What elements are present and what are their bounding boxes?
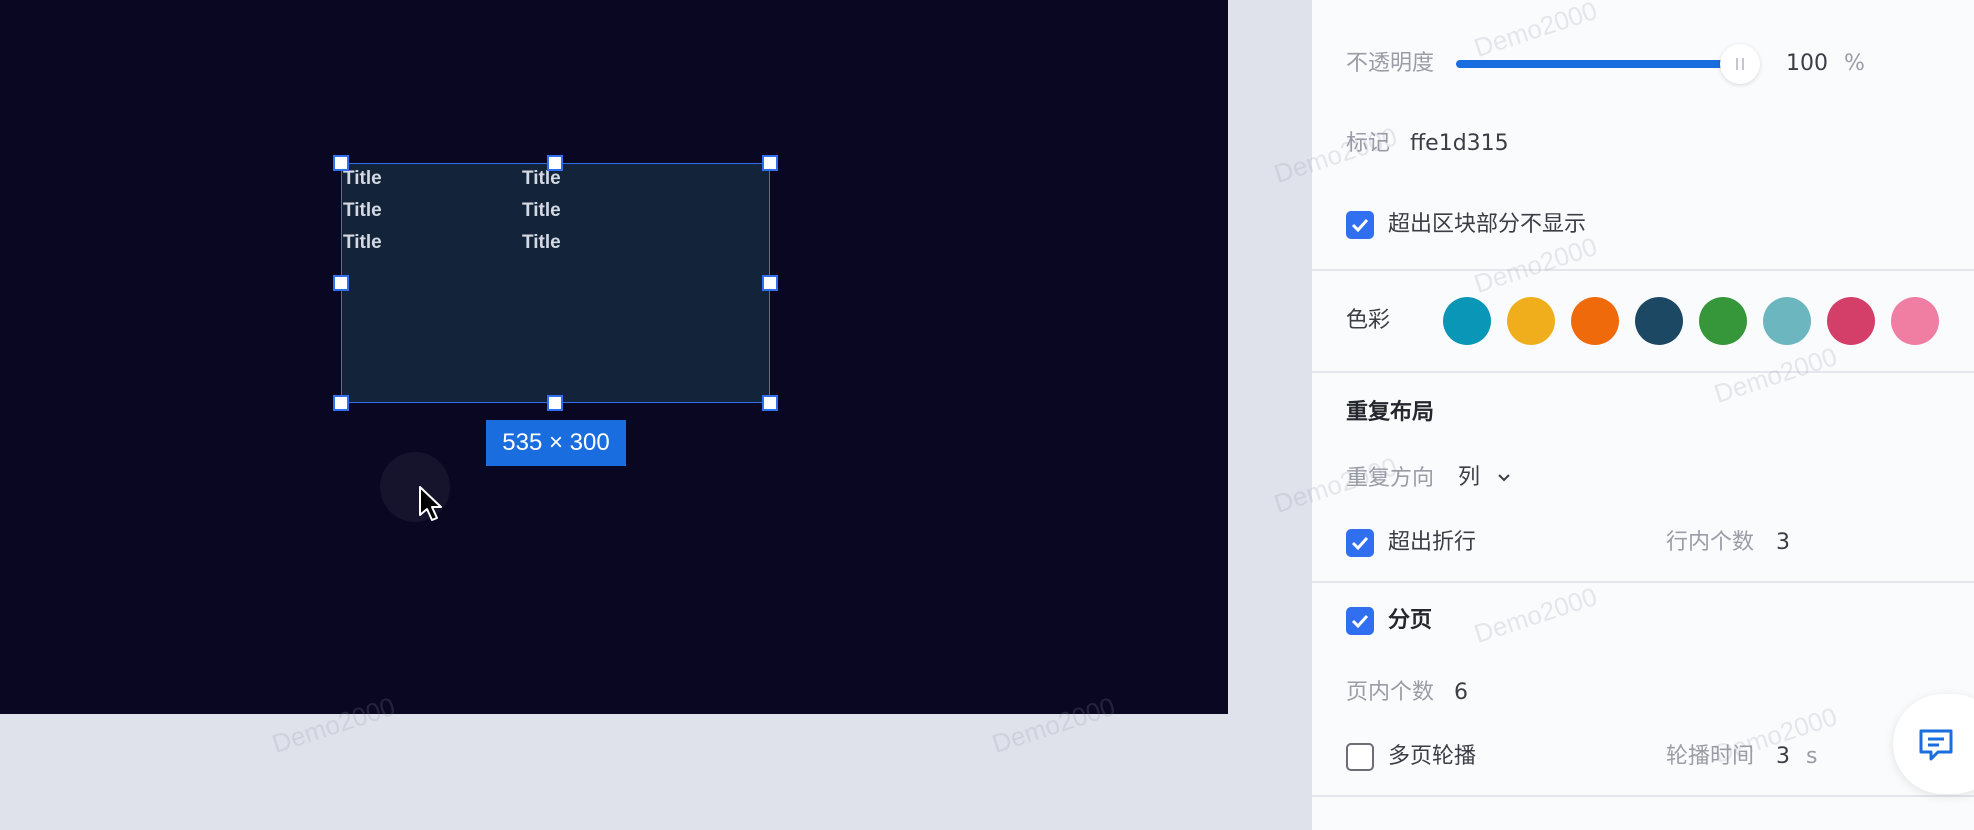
per-row-value[interactable]: 3 (1776, 528, 1790, 558)
resize-handle-right[interactable] (762, 275, 778, 291)
color-swatch[interactable] (1443, 297, 1491, 345)
resize-handle-bottom[interactable] (547, 395, 563, 411)
check-icon (1351, 614, 1369, 628)
chevron-down-icon[interactable] (1496, 470, 1512, 486)
opacity-unit: % (1844, 51, 1865, 76)
carousel-interval-unit: s (1806, 744, 1818, 769)
opacity-value[interactable]: 100 (1786, 49, 1828, 79)
wrap-label: 超出折行 (1388, 530, 1477, 555)
marker-label: 标记 (1346, 131, 1391, 156)
resize-handle-bottom-left[interactable] (333, 395, 349, 411)
wrap-checkbox[interactable] (1346, 529, 1374, 557)
property-panel: 不透明度 100 % 标记 ffe1d315 超出区块部分不显示 色彩 重复布局… (1270, 0, 1974, 830)
color-swatch[interactable] (1827, 297, 1875, 345)
color-swatch[interactable] (1763, 297, 1811, 345)
color-swatch[interactable] (1699, 297, 1747, 345)
check-icon (1351, 218, 1369, 232)
resize-handle-bottom-right[interactable] (762, 395, 778, 411)
opacity-slider-track[interactable] (1456, 60, 1746, 68)
cell-title: Title (522, 200, 561, 221)
paging-checkbox[interactable] (1346, 607, 1374, 635)
section-divider (1312, 795, 1974, 797)
section-divider (1312, 269, 1974, 271)
selected-block[interactable]: Title Title Title Title Title Title (341, 163, 770, 403)
color-swatch[interactable] (1635, 297, 1683, 345)
cell-title: Title (343, 168, 382, 189)
color-swatch[interactable] (1571, 297, 1619, 345)
watermark: Demo2000 (1470, 0, 1601, 63)
resize-handle-left[interactable] (333, 275, 349, 291)
per-page-value[interactable]: 6 (1454, 678, 1468, 708)
chat-message-icon (1919, 729, 1953, 761)
carousel-interval-value[interactable]: 3 (1776, 742, 1790, 772)
cell-title: Title (343, 232, 382, 253)
per-row-label: 行内个数 (1666, 530, 1755, 555)
per-page-label: 页内个数 (1346, 680, 1435, 705)
opacity-slider-handle[interactable] (1720, 44, 1760, 84)
color-swatch[interactable] (1891, 297, 1939, 345)
clip-overflow-label: 超出区块部分不显示 (1388, 212, 1587, 237)
section-divider (1312, 581, 1974, 583)
carousel-checkbox[interactable] (1346, 743, 1374, 771)
pointer-cursor-icon (419, 486, 442, 521)
check-icon (1351, 536, 1369, 550)
opacity-label: 不透明度 (1346, 51, 1435, 76)
design-canvas[interactable]: Title Title Title Title Title Title 535 … (0, 0, 1228, 714)
color-swatch[interactable] (1507, 297, 1555, 345)
carousel-interval-label: 轮播时间 (1666, 744, 1755, 769)
size-indicator: 535 × 300 (486, 420, 626, 466)
paging-label: 分页 (1388, 608, 1433, 633)
section-divider (1312, 371, 1974, 373)
clip-overflow-checkbox[interactable] (1346, 211, 1374, 239)
cell-title: Title (343, 200, 382, 221)
cell-title: Title (522, 232, 561, 253)
repeat-direction-label: 重复方向 (1346, 466, 1435, 491)
repeat-layout-title: 重复布局 (1346, 400, 1435, 425)
carousel-label: 多页轮播 (1388, 744, 1477, 769)
watermark: Demo2000 (1710, 341, 1841, 409)
marker-value[interactable]: ffe1d315 (1410, 129, 1509, 159)
repeat-direction-select[interactable]: 列 (1458, 463, 1480, 493)
resize-handle-top[interactable] (547, 155, 563, 171)
cell-title: Title (522, 168, 561, 189)
colors-label: 色彩 (1346, 308, 1391, 333)
resize-handle-top-left[interactable] (333, 155, 349, 171)
watermark: Demo2000 (1470, 581, 1601, 649)
watermark: Demo2000 (1470, 231, 1601, 299)
resize-handle-top-right[interactable] (762, 155, 778, 171)
